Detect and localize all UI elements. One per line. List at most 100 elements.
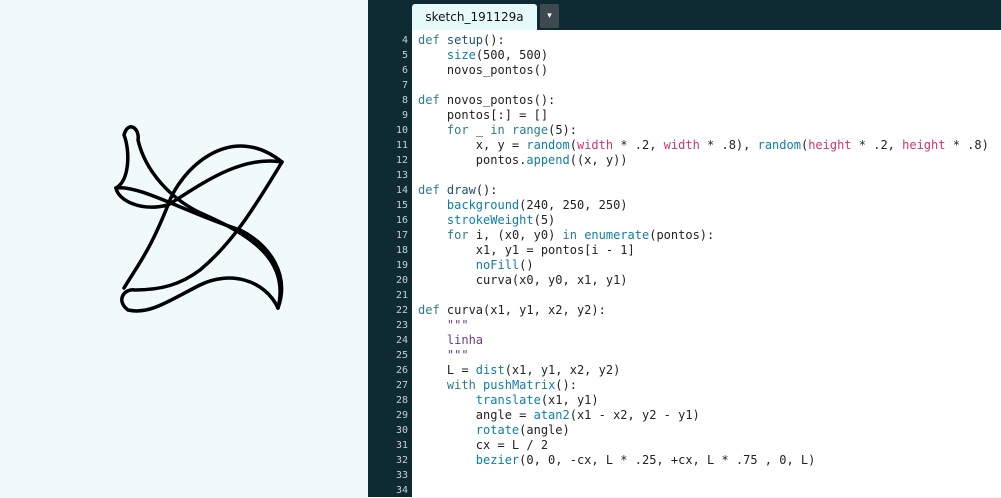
code-token: _ xyxy=(468,123,491,137)
code-line[interactable]: 18 x1, y1 = pontos[i - 1] xyxy=(396,243,1001,258)
code-token: def xyxy=(418,303,447,317)
code-editor: sketch_191129a ▾ 4 def setup(): 5 size(500… xyxy=(368,0,1001,497)
code-line[interactable]: 31 cx = L / 2 xyxy=(396,438,1001,453)
code-line[interactable]: 32 bezier(0, 0, -cx, L * .25, +cx, L * .… xyxy=(396,453,1001,468)
code-text: for i, (x0, y0) in enumerate(pontos): xyxy=(418,228,714,243)
code-line[interactable]: 8 def novos_pontos(): xyxy=(402,93,1001,108)
code-text: cx = L / 2 xyxy=(418,438,548,453)
code-text: angle = atan2(x1 - x2, y2 - y1) xyxy=(418,408,700,423)
code-token: in xyxy=(490,123,505,137)
line-number: 20 xyxy=(395,275,408,286)
code-token: (5) xyxy=(533,213,556,227)
code-line[interactable]: 5 size(500, 500) xyxy=(402,48,1001,63)
code-line[interactable]: 21 xyxy=(396,288,1001,303)
curve-stroke-3 xyxy=(114,125,282,310)
line-number: 34 xyxy=(395,485,408,496)
code-area[interactable]: 4 def setup(): 5 size(500, 500) 6 novos_pon… xyxy=(396,30,1001,498)
code-token: append xyxy=(526,153,570,167)
code-line[interactable]: 11 x, y = random(width * .2, width * .8)… xyxy=(396,138,1001,153)
code-line[interactable]: 12 pontos.append((x, y)) xyxy=(396,153,1001,168)
code-line[interactable]: 16 strokeWeight(5) xyxy=(396,213,1001,228)
code-line[interactable]: 28 translate(x1, y1) xyxy=(396,393,1001,408)
line-number: 4 xyxy=(401,35,408,46)
code-line[interactable]: 7 xyxy=(402,78,1001,93)
code-token: in xyxy=(562,228,577,242)
code-text: strokeWeight(5) xyxy=(418,213,555,228)
code-text: linha xyxy=(418,333,483,348)
code-token: noFill xyxy=(475,258,520,272)
code-line[interactable]: 6 novos_pontos() xyxy=(402,63,1001,78)
code-line[interactable]: 22 def curva(x1, y1, x2, y2): xyxy=(396,303,1001,318)
line-number: 23 xyxy=(395,320,408,331)
code-line[interactable]: 17 for i, (x0, y0) in enumerate(pontos): xyxy=(396,228,1001,243)
code-line[interactable]: 25 """ xyxy=(396,348,1001,363)
code-line[interactable]: 26 L = dist(x1, y1, x2, y2) xyxy=(396,363,1001,378)
code-token: width xyxy=(576,138,614,152)
code-text: noFill() xyxy=(418,258,534,273)
code-token: translate xyxy=(475,393,541,407)
code-line[interactable]: 4 def setup(): xyxy=(402,33,1001,48)
code-token: draw xyxy=(446,183,476,197)
code-token: """ xyxy=(446,348,469,362)
code-text: def novos_pontos(): xyxy=(418,93,555,108)
code-line[interactable]: 13 xyxy=(396,168,1001,183)
code-token: (500, 500) xyxy=(475,48,549,62)
code-text: x, y = random(width * .2, width * .8), r… xyxy=(418,138,989,153)
code-text: def setup(): xyxy=(418,33,505,48)
code-line[interactable]: 34 xyxy=(396,483,1001,498)
code-token: () xyxy=(519,258,534,272)
code-text: x1, y1 = pontos[i - 1] xyxy=(418,243,635,258)
code-line[interactable]: 20 curva(x0, y0, x1, y1) xyxy=(396,273,1001,288)
line-number: 22 xyxy=(395,305,408,316)
code-token: curva(x0, y0, x1, y1) xyxy=(418,273,628,287)
code-text: """ xyxy=(418,348,469,363)
code-text: background(240, 250, 250) xyxy=(418,198,628,213)
code-token: rotate xyxy=(475,423,520,437)
tab-menu-dropdown-icon[interactable]: ▾ xyxy=(540,4,559,28)
code-line[interactable]: 19 noFill() xyxy=(396,258,1001,273)
code-token: angle = xyxy=(418,408,534,422)
line-number: 12 xyxy=(395,155,408,166)
code-token: i, (x0, y0) xyxy=(468,228,563,242)
code-token: L = xyxy=(418,363,476,377)
code-line[interactable]: 30 rotate(angle) xyxy=(396,423,1001,438)
line-number: 7 xyxy=(401,80,408,91)
code-token: bezier xyxy=(475,453,520,467)
line-number: 32 xyxy=(395,455,408,466)
line-number: 19 xyxy=(395,260,408,271)
code-text: def curva(x1, y1, x2, y2): xyxy=(418,303,606,318)
line-number: 25 xyxy=(395,350,408,361)
line-number: 28 xyxy=(395,395,408,406)
code-line[interactable]: 15 background(240, 250, 250) xyxy=(396,198,1001,213)
line-number: 14 xyxy=(395,185,408,196)
code-text: for _ in range(5): xyxy=(418,123,577,138)
code-token: random xyxy=(526,138,570,152)
code-token: """ xyxy=(446,318,469,332)
code-line[interactable]: 27 with pushMatrix(): xyxy=(396,378,1001,393)
code-line[interactable]: 9 pontos[:] = [] xyxy=(402,108,1001,123)
code-token: * .8), xyxy=(699,138,758,152)
code-token: (5): xyxy=(548,123,577,137)
code-line[interactable]: 29 angle = atan2(x1 - x2, y2 - y1) xyxy=(396,408,1001,423)
code-line[interactable]: 33 xyxy=(396,468,1001,483)
code-line[interactable]: 24 linha xyxy=(396,333,1001,348)
code-text: pontos.append((x, y)) xyxy=(418,153,628,168)
code-token: setup xyxy=(446,33,484,47)
line-number: 24 xyxy=(395,335,408,346)
code-line[interactable]: 10 for _ in range(5): xyxy=(396,123,1001,138)
line-number: 10 xyxy=(395,125,408,136)
tab-sketch[interactable]: sketch_191129a xyxy=(412,4,537,30)
code-line[interactable]: 23 """ xyxy=(396,318,1001,333)
code-line[interactable]: 14 def draw(): xyxy=(396,183,1001,198)
code-token: width xyxy=(663,138,700,152)
code-token: novos_pontos() xyxy=(418,63,549,77)
line-number: 13 xyxy=(395,170,408,181)
code-text: curva(x0, y0, x1, y1) xyxy=(418,273,628,288)
